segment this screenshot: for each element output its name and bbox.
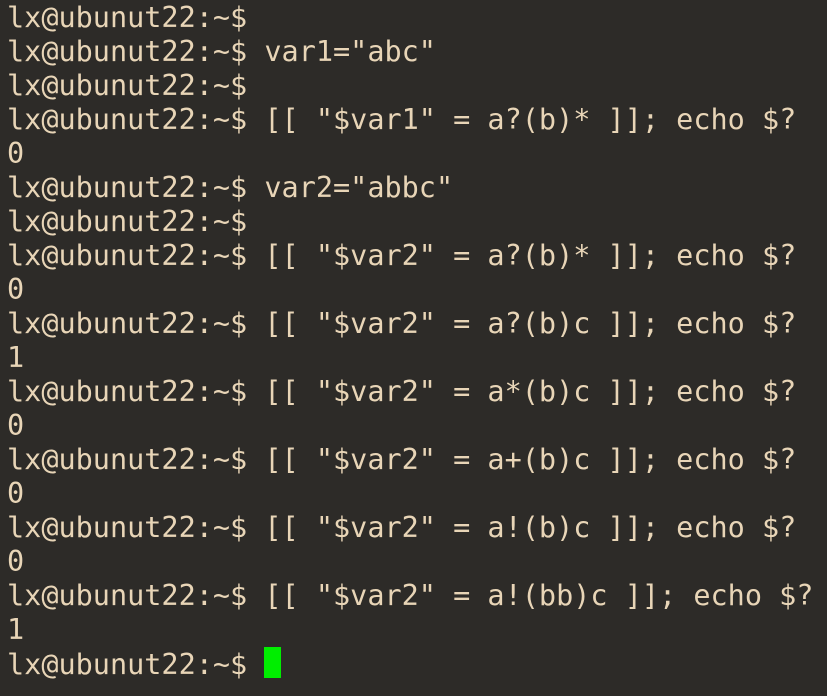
shell-prompt: lx@ubunut22:~$ bbox=[7, 375, 248, 408]
command-text: [[ "$var2" = a!(bb)c ]]; echo $? bbox=[247, 579, 814, 612]
command-output-line: 1 bbox=[7, 613, 827, 647]
command-input[interactable] bbox=[247, 648, 264, 681]
command-output-line: 0 bbox=[7, 477, 827, 511]
command-text: [[ "$var1" = a?(b)* ]]; echo $? bbox=[247, 103, 797, 136]
prompt-line: lx@ubunut22:~$ [[ "$var2" = a?(b)* ]]; e… bbox=[7, 239, 827, 273]
text-cursor bbox=[264, 647, 282, 678]
exit-status-output: 0 bbox=[7, 273, 25, 306]
shell-prompt: lx@ubunut22:~$ bbox=[7, 205, 248, 238]
prompt-line: lx@ubunut22:~$ [[ "$var2" = a*(b)c ]]; e… bbox=[7, 375, 827, 409]
command-output-line: 0 bbox=[7, 273, 827, 307]
shell-prompt: lx@ubunut22:~$ bbox=[7, 648, 248, 681]
exit-status-output: 0 bbox=[7, 477, 25, 510]
exit-status-output: 1 bbox=[7, 341, 25, 374]
command-text bbox=[247, 69, 264, 102]
command-text bbox=[247, 205, 264, 238]
prompt-line: lx@ubunut22:~$ [[ "$var2" = a!(b)c ]]; e… bbox=[7, 511, 827, 545]
command-output-line: 0 bbox=[7, 137, 827, 171]
active-prompt-line: lx@ubunut22:~$ bbox=[7, 647, 827, 681]
command-text: [[ "$var2" = a*(b)c ]]; echo $? bbox=[247, 375, 797, 408]
command-text: var2="abbc" bbox=[247, 171, 454, 204]
command-text: [[ "$var2" = a?(b)* ]]; echo $? bbox=[247, 239, 797, 272]
prompt-line: lx@ubunut22:~$ bbox=[7, 205, 827, 239]
prompt-line: lx@ubunut22:~$ var2="abbc" bbox=[7, 171, 827, 205]
prompt-line: lx@ubunut22:~$ [[ "$var2" = a?(b)c ]]; e… bbox=[7, 307, 827, 341]
command-output-line: 0 bbox=[7, 409, 827, 443]
shell-prompt: lx@ubunut22:~$ bbox=[7, 171, 248, 204]
exit-status-output: 0 bbox=[7, 409, 25, 442]
prompt-line: lx@ubunut22:~$ bbox=[7, 1, 827, 35]
shell-prompt: lx@ubunut22:~$ bbox=[7, 579, 248, 612]
command-text: [[ "$var2" = a+(b)c ]]; echo $? bbox=[247, 443, 797, 476]
command-output-line: 0 bbox=[7, 545, 827, 579]
prompt-line: lx@ubunut22:~$ [[ "$var2" = a!(bb)c ]]; … bbox=[7, 579, 827, 613]
command-output-line: 1 bbox=[7, 341, 827, 375]
shell-prompt: lx@ubunut22:~$ bbox=[7, 35, 248, 68]
terminal-window[interactable]: lx@ubunut22:~$ lx@ubunut22:~$ var1="abc"… bbox=[0, 0, 827, 696]
shell-prompt: lx@ubunut22:~$ bbox=[7, 511, 248, 544]
command-text bbox=[247, 1, 264, 34]
command-text: var1="abc" bbox=[247, 35, 436, 68]
command-text: [[ "$var2" = a!(b)c ]]; echo $? bbox=[247, 511, 797, 544]
terminal-output: lx@ubunut22:~$ lx@ubunut22:~$ var1="abc"… bbox=[7, 1, 827, 681]
shell-prompt: lx@ubunut22:~$ bbox=[7, 443, 248, 476]
shell-prompt: lx@ubunut22:~$ bbox=[7, 69, 248, 102]
shell-prompt: lx@ubunut22:~$ bbox=[7, 239, 248, 272]
exit-status-output: 0 bbox=[7, 137, 25, 170]
shell-prompt: lx@ubunut22:~$ bbox=[7, 307, 248, 340]
prompt-line: lx@ubunut22:~$ var1="abc" bbox=[7, 35, 827, 69]
prompt-line: lx@ubunut22:~$ [[ "$var2" = a+(b)c ]]; e… bbox=[7, 443, 827, 477]
command-text: [[ "$var2" = a?(b)c ]]; echo $? bbox=[247, 307, 797, 340]
shell-prompt: lx@ubunut22:~$ bbox=[7, 103, 248, 136]
prompt-line: lx@ubunut22:~$ bbox=[7, 69, 827, 103]
shell-prompt: lx@ubunut22:~$ bbox=[7, 1, 248, 34]
prompt-line: lx@ubunut22:~$ [[ "$var1" = a?(b)* ]]; e… bbox=[7, 103, 827, 137]
exit-status-output: 0 bbox=[7, 545, 25, 578]
exit-status-output: 1 bbox=[7, 613, 25, 646]
